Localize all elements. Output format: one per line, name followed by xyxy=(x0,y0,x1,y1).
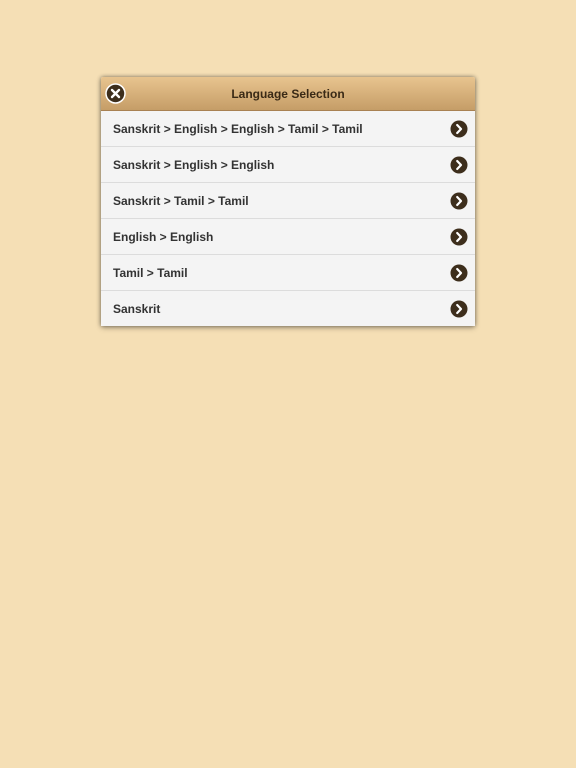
chevron-right-icon xyxy=(450,264,468,281)
language-option[interactable]: Sanskrit xyxy=(101,290,475,326)
dialog-title: Language Selection xyxy=(231,86,345,101)
language-option-label: English > English xyxy=(113,229,214,244)
dialog-header: Language Selection xyxy=(101,77,475,111)
language-list: Sanskrit > English > English > Tamil > T… xyxy=(101,111,475,326)
chevron-right-icon xyxy=(450,120,468,137)
language-option[interactable]: Sanskrit > English > English > Tamil > T… xyxy=(101,111,475,146)
language-option-label: Sanskrit > English > English xyxy=(113,157,275,172)
close-icon[interactable] xyxy=(105,83,126,104)
language-option[interactable]: Sanskrit > English > English xyxy=(101,146,475,182)
language-option[interactable]: English > English xyxy=(101,218,475,254)
language-option-label: Sanskrit > English > English > Tamil > T… xyxy=(113,121,363,136)
chevron-right-icon xyxy=(450,192,468,209)
language-option-label: Sanskrit xyxy=(113,301,161,316)
language-selection-dialog: Language Selection Sanskrit > English > … xyxy=(101,77,475,326)
chevron-right-icon xyxy=(450,228,468,245)
language-option[interactable]: Sanskrit > Tamil > Tamil xyxy=(101,182,475,218)
language-option-label: Sanskrit > Tamil > Tamil xyxy=(113,193,249,208)
chevron-right-icon xyxy=(450,156,468,173)
language-option-label: Tamil > Tamil xyxy=(113,265,188,280)
chevron-right-icon xyxy=(450,300,468,317)
language-option[interactable]: Tamil > Tamil xyxy=(101,254,475,290)
